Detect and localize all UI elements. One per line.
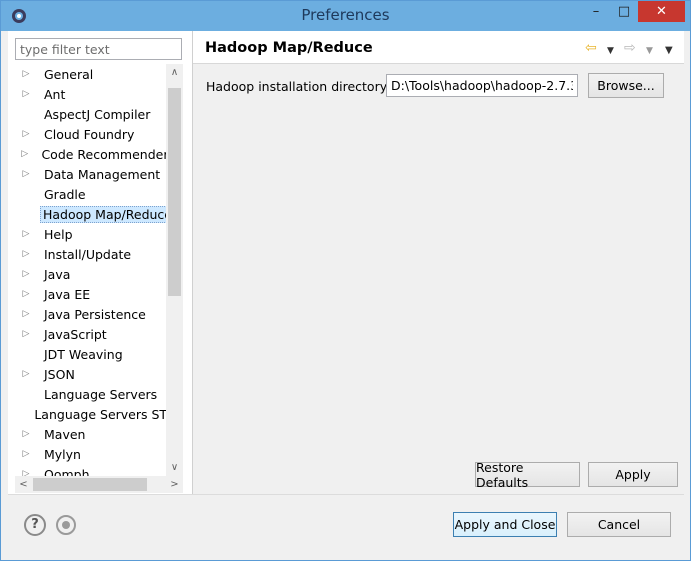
restore-defaults-button[interactable]: Restore Defaults (475, 460, 580, 490)
tree-item[interactable]: ▷ Code Recommenders (15, 144, 174, 164)
apply-button[interactable]: Apply (588, 462, 678, 487)
scroll-up-icon[interactable]: ∧ (166, 64, 183, 81)
tree-item-label: Cloud Foundry (44, 126, 135, 142)
tree-item[interactable]: Language Servers STS (15, 404, 174, 424)
tree-item-label: JSON (44, 366, 75, 382)
expand-arrow-icon[interactable]: ▷ (19, 309, 33, 319)
minimize-icon[interactable]: – (583, 1, 609, 22)
tree-item[interactable]: ▷ Java EE (15, 284, 174, 304)
expand-arrow-icon[interactable]: ▷ (19, 129, 33, 139)
tree-item-label: Maven (44, 426, 86, 442)
tree-item[interactable]: ▷ Mylyn (15, 444, 174, 464)
expand-arrow-icon[interactable]: ▷ (19, 369, 33, 379)
expand-arrow-icon[interactable]: ▷ (19, 329, 33, 339)
tree-item[interactable]: ▷ JSON (15, 364, 174, 384)
tree-item-label: Hadoop Map/Reduce (39, 205, 174, 223)
tree-item[interactable]: ▷ Java Persistence (15, 304, 174, 324)
title-bar[interactable]: Preferences – □ ✕ (1, 1, 690, 31)
tree-item-label: Mylyn (44, 446, 81, 462)
record-macro-icon[interactable] (56, 515, 76, 535)
tree-item[interactable]: ▷ Cloud Foundry (15, 124, 174, 144)
tree-item[interactable]: Hadoop Map/Reduce (15, 204, 174, 224)
forward-dropdown-icon[interactable]: ▼ (646, 44, 653, 58)
expand-arrow-icon[interactable]: ▷ (19, 89, 33, 99)
tree-horizontal-scrollbar[interactable]: < > (15, 476, 183, 493)
dialog-content: ▷ General ▷ Ant AspectJ Compiler ▷ Cloud Found… (8, 31, 684, 555)
tree-item-label: Language Servers STS (34, 406, 174, 422)
scroll-thumb[interactable] (168, 88, 181, 296)
expand-arrow-icon[interactable]: ▷ (19, 169, 33, 179)
forward-arrow-icon[interactable]: ⇨ (624, 41, 636, 55)
help-icon[interactable]: ? (24, 514, 46, 536)
hadoop-dir-label: Hadoop installation directory: (206, 79, 391, 94)
tree-item-label: Install/Update (44, 246, 132, 262)
page-header: Hadoop Map/Reduce ⇦ ▼ ⇨ ▼ ▼ (193, 31, 684, 64)
tree-item-label: JavaScript (44, 326, 107, 342)
expand-arrow-icon[interactable]: ▷ (19, 269, 33, 279)
tree-item-label: Ant (44, 86, 66, 102)
tree-item-label: Code Recommenders (41, 146, 174, 162)
scroll-right-icon[interactable]: > (166, 476, 183, 493)
tree-item[interactable]: ▷ JavaScript (15, 324, 174, 344)
close-icon[interactable]: ✕ (638, 1, 685, 22)
tree-vertical-scrollbar[interactable]: ∧ ∨ (166, 64, 183, 476)
tree-item[interactable]: ▷ Ant (15, 84, 174, 104)
cancel-button[interactable]: Cancel (567, 512, 671, 537)
tree-item[interactable]: JDT Weaving (15, 344, 174, 364)
tree-item-label: JDT Weaving (44, 346, 123, 362)
expand-arrow-icon[interactable]: ▷ (19, 289, 33, 299)
expand-arrow-icon[interactable]: ▷ (19, 69, 33, 79)
tree-item-label: AspectJ Compiler (44, 106, 151, 122)
tree-item[interactable]: ▷ Maven (15, 424, 174, 444)
browse-button[interactable]: Browse... (588, 73, 664, 98)
page-body: Hadoop installation directory: Browse...… (193, 64, 684, 494)
tree-item[interactable]: Gradle (15, 184, 174, 204)
tree-item-label: Java EE (44, 286, 91, 302)
tree-item-label: Gradle (44, 186, 86, 202)
view-menu-icon[interactable]: ▼ (665, 44, 673, 58)
maximize-icon[interactable]: □ (611, 1, 637, 22)
tree-item-label: Language Servers (44, 386, 158, 402)
expand-arrow-icon[interactable]: ▷ (19, 149, 30, 159)
preference-tree: ▷ General ▷ Ant AspectJ Compiler ▷ Cloud Found… (15, 64, 174, 476)
scroll-down-icon[interactable]: ∨ (166, 459, 183, 476)
expand-arrow-icon[interactable]: ▷ (19, 449, 33, 459)
filter-input[interactable] (15, 38, 182, 60)
expand-arrow-icon[interactable]: ▷ (19, 229, 33, 239)
tree-item[interactable]: ▷ Oomph (15, 464, 174, 477)
expand-arrow-icon[interactable]: ▷ (19, 469, 33, 476)
tree-item[interactable]: ▷ Help (15, 224, 174, 244)
tree-item-label: Java Persistence (44, 306, 146, 322)
apply-and-close-button[interactable]: Apply and Close (453, 512, 557, 537)
tree-item-label: Java (44, 266, 71, 282)
tree-item-label: Oomph (44, 466, 90, 477)
scroll-left-icon[interactable]: < (15, 476, 32, 493)
expand-arrow-icon[interactable]: ▷ (19, 429, 33, 439)
page-title: Hadoop Map/Reduce (205, 40, 373, 56)
tree-item[interactable]: AspectJ Compiler (15, 104, 174, 124)
hadoop-dir-input[interactable] (386, 74, 578, 97)
tree-item[interactable]: ▷ General (15, 64, 174, 84)
tree-item[interactable]: Language Servers (15, 384, 174, 404)
back-arrow-icon[interactable]: ⇦ (585, 41, 597, 55)
tree-item-label: Data Management (44, 166, 161, 182)
back-dropdown-icon[interactable]: ▼ (607, 44, 614, 58)
preferences-window: Preferences – □ ✕ ▷ General ▷ Ant AspectJ Co… (0, 0, 691, 561)
tree-item[interactable]: ▷ Java (15, 264, 174, 284)
expand-arrow-icon[interactable]: ▷ (19, 249, 33, 259)
tree-item-label: Help (44, 226, 73, 242)
dialog-footer: ? Apply and Close Cancel (8, 494, 684, 555)
tree-item[interactable]: ▷ Install/Update (15, 244, 174, 264)
tree-item-label: General (44, 66, 94, 82)
tree-item[interactable]: ▷ Data Management (15, 164, 174, 184)
scroll-thumb-horizontal[interactable] (33, 478, 147, 491)
